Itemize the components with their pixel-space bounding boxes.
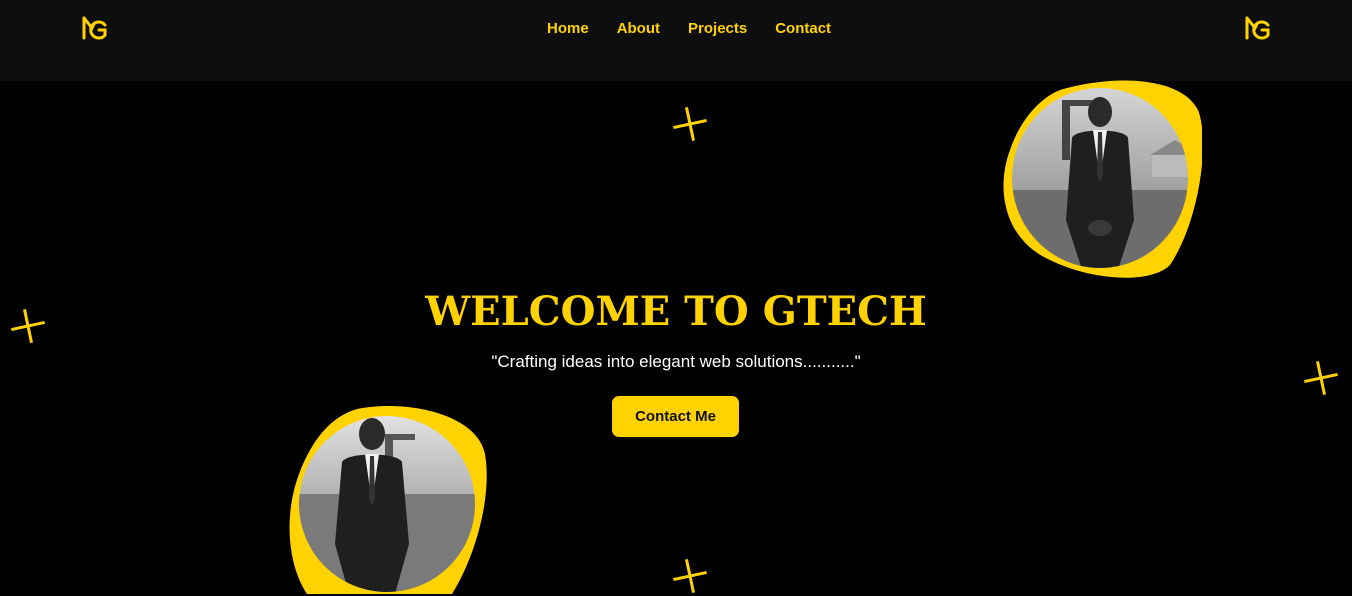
nav-link-about[interactable]: About — [617, 19, 660, 39]
contact-me-button[interactable]: Contact Me — [612, 396, 739, 437]
nav-link-projects[interactable]: Projects — [688, 19, 747, 39]
profile-photo-top-right — [1000, 80, 1202, 282]
portrait-photo — [289, 406, 487, 594]
profile-photo-bottom-left — [287, 404, 489, 594]
mg-logo-icon[interactable] — [81, 14, 109, 42]
mg-logo-icon[interactable] — [1244, 14, 1272, 42]
nav-link-home[interactable]: Home — [547, 19, 589, 39]
sparkle-plus-icon — [673, 559, 707, 593]
main-nav: Home About Projects Contact — [547, 19, 859, 39]
hero-subtitle: "Crafting ideas into elegant web solutio… — [491, 352, 861, 371]
hero-title: WELCOME TO GTECH — [425, 288, 927, 335]
portrait-photo — [1003, 80, 1202, 278]
navbar: Home About Projects Contact — [0, 0, 1352, 81]
sparkle-plus-icon — [673, 107, 707, 141]
nav-link-contact[interactable]: Contact — [775, 19, 831, 39]
